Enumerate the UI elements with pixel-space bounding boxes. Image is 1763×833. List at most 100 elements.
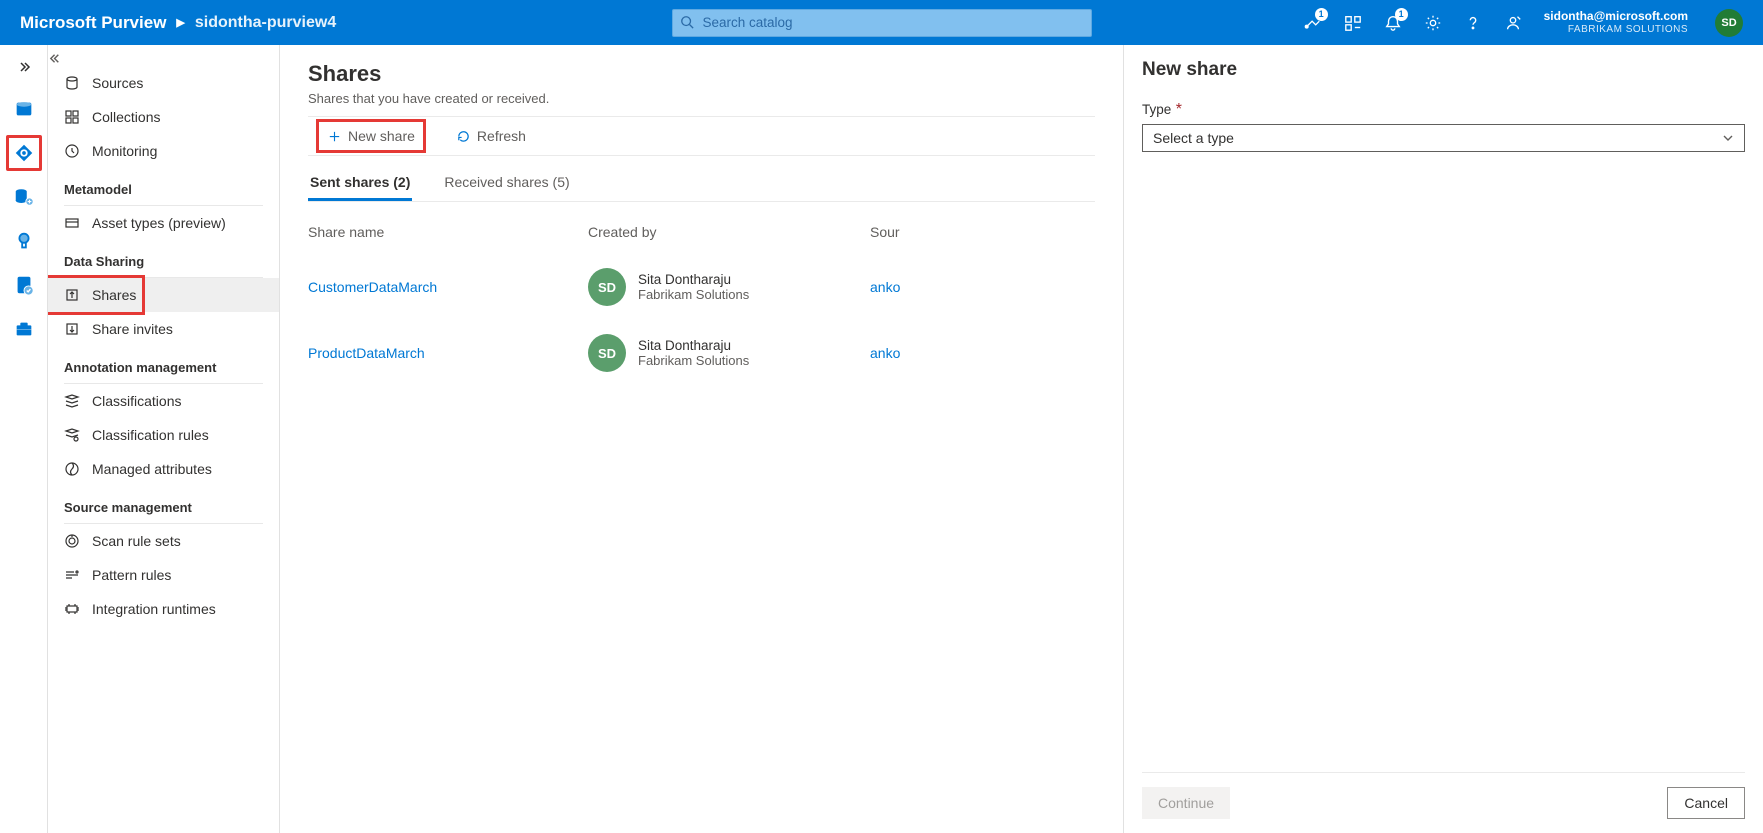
page-subtitle: Shares that you have created or received… (308, 91, 1095, 106)
command-bar: New share Refresh (308, 116, 1095, 156)
pane-title: New share (1142, 59, 1745, 81)
nav-pattern-rules[interactable]: Pattern rules (48, 558, 279, 592)
user-org: FABRIKAM SOLUTIONS (1544, 24, 1688, 36)
nav-pattern-rules-label: Pattern rules (92, 567, 171, 583)
nav-sources[interactable]: Sources (48, 66, 279, 100)
rail-data-map-icon[interactable] (6, 135, 42, 171)
rail-data-catalog-icon[interactable] (6, 91, 42, 127)
refresh-button[interactable]: Refresh (450, 122, 532, 150)
new-share-pane: New share Type * Select a type Continue … (1123, 45, 1763, 833)
chevron-down-icon (1722, 132, 1734, 144)
nav-classifications[interactable]: Classifications (48, 384, 279, 418)
rail-insights-icon[interactable] (6, 223, 42, 259)
bell-badge: 1 (1395, 8, 1408, 21)
col-created-by[interactable]: Created by (588, 224, 870, 240)
user-block[interactable]: sidontha@microsoft.com FABRIKAM SOLUTION… (1544, 9, 1688, 35)
user-cell: SD Sita Dontharaju Fabrikam Solutions (588, 334, 870, 372)
feedback-icon[interactable] (1504, 14, 1522, 32)
notification-badge: 1 (1315, 8, 1328, 21)
type-select-placeholder: Select a type (1153, 130, 1234, 146)
type-select[interactable]: Select a type (1142, 124, 1745, 152)
nav-share-invites-label: Share invites (92, 321, 173, 337)
nav-sources-label: Sources (92, 75, 143, 91)
nav-scan-rule-sets-label: Scan rule sets (92, 533, 181, 549)
brand-name[interactable]: Microsoft Purview ▶ sidontha-purview4 (20, 13, 336, 33)
plus-icon (327, 129, 342, 144)
row-avatar: SD (588, 268, 626, 306)
monitoring-icon (64, 143, 80, 159)
nav-shares-label: Shares (92, 287, 136, 303)
top-header: Microsoft Purview ▶ sidontha-purview4 1 … (0, 0, 1763, 45)
left-nav: Sources Collections Monitoring Metamodel… (48, 45, 280, 833)
nav-integration-runtimes[interactable]: Integration runtimes (48, 592, 279, 626)
row-user-org: Fabrikam Solutions (638, 287, 749, 302)
breadcrumb-chevron: ▶ (176, 16, 184, 29)
nav-shares[interactable]: Shares (48, 278, 279, 312)
row-user-org: Fabrikam Solutions (638, 353, 749, 368)
nav-managed-attributes[interactable]: Managed attributes (48, 452, 279, 486)
shares-icon (64, 287, 80, 303)
gear-icon[interactable] (1424, 14, 1442, 32)
nav-monitoring[interactable]: Monitoring (48, 134, 279, 168)
search-input[interactable] (672, 9, 1092, 37)
brand-label: Microsoft Purview (20, 13, 166, 33)
collections-icon (64, 109, 80, 125)
nav-classification-rules-label: Classification rules (92, 427, 209, 443)
rail-management-icon[interactable] (6, 311, 42, 347)
classifications-icon (64, 393, 80, 409)
table-row: ProductDataMarch SD Sita Dontharaju Fabr… (308, 320, 1095, 386)
help-icon[interactable] (1464, 14, 1482, 32)
pane-footer: Continue Cancel (1142, 772, 1745, 819)
managed-attributes-icon (64, 461, 80, 477)
source-link[interactable]: anko (870, 345, 1095, 361)
nav-share-invites[interactable]: Share invites (48, 312, 279, 346)
new-share-label: New share (348, 128, 415, 144)
nav-collections[interactable]: Collections (48, 100, 279, 134)
tabs: Sent shares (2) Received shares (5) (308, 166, 1095, 202)
source-link[interactable]: anko (870, 279, 1095, 295)
directory-icon[interactable] (1344, 14, 1362, 32)
cancel-button[interactable]: Cancel (1667, 787, 1745, 819)
header-avatar[interactable]: SD (1715, 9, 1743, 37)
type-label: Type (1142, 102, 1171, 117)
rail-data-estate-icon[interactable] (6, 179, 42, 215)
scan-rule-sets-icon (64, 533, 80, 549)
nav-managed-attributes-label: Managed attributes (92, 461, 212, 477)
section-data-sharing: Data Sharing (48, 240, 279, 277)
collapse-nav-icon[interactable] (48, 51, 279, 66)
nav-scan-rule-sets[interactable]: Scan rule sets (48, 524, 279, 558)
row-user-name: Sita Dontharaju (638, 272, 749, 287)
tab-sent-shares[interactable]: Sent shares (2) (308, 166, 412, 201)
refresh-icon (456, 129, 471, 144)
refresh-label: Refresh (477, 128, 526, 144)
table-row: CustomerDataMarch SD Sita Dontharaju Fab… (308, 254, 1095, 320)
rail-policy-icon[interactable] (6, 267, 42, 303)
data-source-icon[interactable]: 1 (1304, 14, 1322, 32)
nav-asset-types-label: Asset types (preview) (92, 215, 226, 231)
nav-monitoring-label: Monitoring (92, 143, 157, 159)
nav-asset-types[interactable]: Asset types (preview) (48, 206, 279, 240)
bell-icon[interactable]: 1 (1384, 14, 1402, 32)
tab-received-shares[interactable]: Received shares (5) (442, 166, 571, 201)
rail-expand-icon[interactable] (0, 51, 48, 83)
pattern-rules-icon (64, 567, 80, 583)
search-icon (680, 15, 694, 29)
col-share-name[interactable]: Share name (308, 224, 588, 240)
continue-button[interactable]: Continue (1142, 787, 1230, 819)
section-annotation: Annotation management (48, 346, 279, 383)
nav-integration-runtimes-label: Integration runtimes (92, 601, 216, 617)
share-link[interactable]: ProductDataMarch (308, 345, 588, 361)
integration-runtimes-icon (64, 601, 80, 617)
header-right: 1 1 sidontha@microsoft.com FABRIKAM SOLU… (1304, 9, 1743, 37)
classification-rules-icon (64, 427, 80, 443)
section-metamodel: Metamodel (48, 168, 279, 205)
col-source[interactable]: Sour (870, 224, 1095, 240)
nav-classification-rules[interactable]: Classification rules (48, 418, 279, 452)
main-content: Shares Shares that you have created or r… (280, 45, 1123, 833)
instance-name[interactable]: sidontha-purview4 (195, 14, 336, 32)
share-link[interactable]: CustomerDataMarch (308, 279, 588, 295)
table-header: Share name Created by Sour (308, 202, 1095, 254)
new-share-button[interactable]: New share (316, 119, 426, 153)
user-cell: SD Sita Dontharaju Fabrikam Solutions (588, 268, 870, 306)
page-title: Shares (308, 61, 1095, 87)
